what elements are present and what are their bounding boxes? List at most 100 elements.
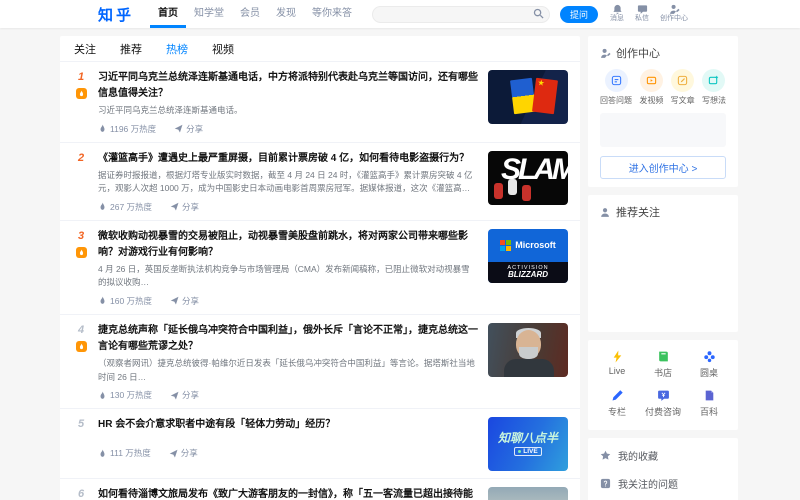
encyclopedia-icon [703,389,716,402]
creator-center-label: 创作中心 [660,15,688,23]
portrait-suit [504,359,554,377]
video-icon [646,75,657,86]
write-article-button[interactable]: 写文章 [671,69,695,106]
question-title[interactable]: 《灌篮高手》遭遇史上最严重屏摄，目前累计票房破 4 亿，如何看待电影盗摄行为？ [98,151,478,167]
heat-flame-icon [98,202,107,211]
share-button[interactable]: 分享 [170,201,199,213]
item-content: 捷克总统声称「延长俄乌冲突符合中国利益」，俄外长斥「言论不正常」，捷克总统这一言… [92,323,488,401]
creation-stats-placeholder [600,113,726,147]
thumbnail-microsoft-activision[interactable]: Microsoft ACTIVISION BLIZZARD [488,229,568,283]
hot-badge-icon [76,341,87,352]
player-figure [494,183,503,199]
rank-column: 6 [70,487,92,500]
share-icon [170,202,179,211]
write-idea-button[interactable]: 写想法 [702,69,726,106]
private-message-button[interactable]: 私信 [635,4,649,23]
item-content: HR 会不会介意求职者中途有段「轻体力劳动」经历？ 111 万热度 分享 [92,417,488,471]
recommend-follow-title: 推荐关注 [616,204,660,220]
share-button[interactable]: 分享 [174,123,203,135]
shortcut-column[interactable]: 专栏 [594,389,640,418]
shortcut-roundtable[interactable]: 圆桌 [686,350,732,379]
item-content: 微软收购动视暴雪的交易被阻止，动视暴雪美股盘前跳水，将对两家公司带来哪些影响？对… [92,229,488,307]
my-stuff-card: 我的收藏 我关注的问题 我的邀请 [588,438,738,500]
book-icon [657,350,670,363]
nav-item-home[interactable]: 首页 [150,0,186,28]
item-meta: 267 万热度 分享 [98,201,478,213]
star-icon [600,450,611,461]
messages-button[interactable]: 消息 [610,4,624,23]
messages-label: 消息 [610,15,624,23]
creation-center-card: 创作中心 回答问题 发视频 写文章 写想法 [588,36,738,187]
hot-badge-icon [76,247,87,258]
thumbnail-slam-dunk[interactable]: SLAM [488,151,568,205]
private-message-label: 私信 [635,15,649,23]
heat-flame-icon [98,391,107,400]
player-figure [508,179,517,195]
feed-tabs: 关注 推荐 热榜 视频 [60,36,580,62]
person-plus-icon [600,207,611,218]
tab-hot[interactable]: 热榜 [158,41,196,57]
share-button[interactable]: 分享 [170,389,199,401]
question-title[interactable]: 微软收购动视暴雪的交易被阻止，动视暴雪美股盘前跳水，将对两家公司带来哪些影响？对… [98,229,478,261]
creation-actions: 回答问题 发视频 写文章 写想法 [588,67,738,106]
thumbnail-mountains[interactable] [488,487,568,500]
search-input[interactable] [372,6,550,23]
thumbnail-flags[interactable]: ★ [488,70,568,124]
question-title[interactable]: 捷克总统声称「延长俄乌冲突符合中国利益」，俄外长斥「言论不正常」，捷克总统这一言… [98,323,478,355]
live-dot-icon [518,450,521,453]
creation-center-title: 创作中心 [616,45,660,61]
heat-flame-icon [98,449,107,458]
heat-count: 1196 万热度 [98,123,156,135]
heat-count: 267 万热度 [98,201,152,213]
feed-card: 关注 推荐 热榜 视频 1 习近平同乌克兰总统泽连斯基通电话，中方将派特别代表赴… [60,36,580,500]
hot-list-item-5[interactable]: 5 HR 会不会介意求职者中途有段「轻体力劳动」经历？ 111 万热度 分享 知… [60,409,580,479]
rank-column: 1 [70,70,92,135]
nav-item-member[interactable]: 会员 [232,0,268,28]
hot-list-item-3[interactable]: 3 微软收购动视暴雪的交易被阻止，动视暴雪美股盘前跳水，将对两家公司带来哪些影响… [60,221,580,315]
recommend-follow-card: 推荐关注 [588,195,738,332]
question-icon [600,478,611,489]
enter-creation-center-button[interactable]: 进入创作中心 > [600,156,726,179]
share-icon [174,124,183,133]
tab-follow[interactable]: 关注 [66,41,104,57]
hot-list-item-2[interactable]: 2 《灌篮高手》遭遇史上最严重屏摄，目前累计票房破 4 亿，如何看待电影盗摄行为… [60,143,580,221]
creator-center-button[interactable]: 创作中心 [660,4,688,23]
share-button[interactable]: 分享 [170,295,199,307]
question-title[interactable]: 如何看待淄博文旅局发布《致广大游客朋友的一封信》，称「五一客流量已超出接待能力，… [98,487,478,500]
column-pen-icon [611,389,624,402]
thumbnail-zhiliao-live[interactable]: 知聊八点半 LIVE [488,417,568,471]
share-icon [170,391,179,400]
share-button[interactable]: 分享 [169,447,198,459]
hot-list-item-4[interactable]: 4 捷克总统声称「延长俄乌冲突符合中国利益」，俄外长斥「言论不正常」，捷克总统这… [60,315,580,409]
question-title[interactable]: HR 会不会介意求职者中途有段「轻体力劳动」经历？ [98,417,478,433]
rank-number: 4 [70,324,92,336]
question-title[interactable]: 习近平同乌克兰总统泽连斯基通电话，中方将派特别代表赴乌克兰等国访问，还有哪些信息… [98,70,478,102]
shortcut-paid-consult[interactable]: 付费咨询 [640,389,686,418]
thumbnail-czech-president[interactable] [488,323,568,377]
post-video-button[interactable]: 发视频 [639,69,663,106]
my-followed-questions-link[interactable]: 我关注的问题 [600,476,726,491]
paid-consult-icon [657,389,670,402]
nav-item-zhixuetang[interactable]: 知学堂 [186,0,232,28]
search-box [372,5,550,24]
hot-list-item-1[interactable]: 1 习近平同乌克兰总统泽连斯基通电话，中方将派特别代表赴乌克兰等国访问，还有哪些… [60,62,580,143]
shortcut-live[interactable]: Live [594,350,640,379]
answer-question-button[interactable]: 回答问题 [600,69,632,106]
nav-item-answer[interactable]: 等你来答 [304,0,360,28]
shortcut-bookstore[interactable]: 书店 [640,350,686,379]
hot-badge-icon [76,88,87,99]
ask-question-button[interactable]: 提问 [560,6,598,23]
heat-count: 111 万热度 [98,447,151,459]
hot-list-item-6[interactable]: 6 如何看待淄博文旅局发布《致广大游客朋友的一封信》，称「五一客流量已超出接待能… [60,479,580,500]
answer-icon [611,75,622,86]
top-nav: 首页 知学堂 会员 发现 等你来答 [150,0,360,28]
tab-video[interactable]: 视频 [204,41,242,57]
tab-recommend[interactable]: 推荐 [112,41,150,57]
search-icon[interactable] [533,8,544,19]
shortcut-encyclopedia[interactable]: 百科 [686,389,732,418]
idea-icon [708,75,719,86]
item-content: 习近平同乌克兰总统泽连斯基通电话，中方将派特别代表赴乌克兰等国访问，还有哪些信息… [92,70,488,135]
nav-item-discover[interactable]: 发现 [268,0,304,28]
zhihu-logo[interactable]: 知乎 [98,4,134,25]
my-collections-link[interactable]: 我的收藏 [600,448,726,463]
